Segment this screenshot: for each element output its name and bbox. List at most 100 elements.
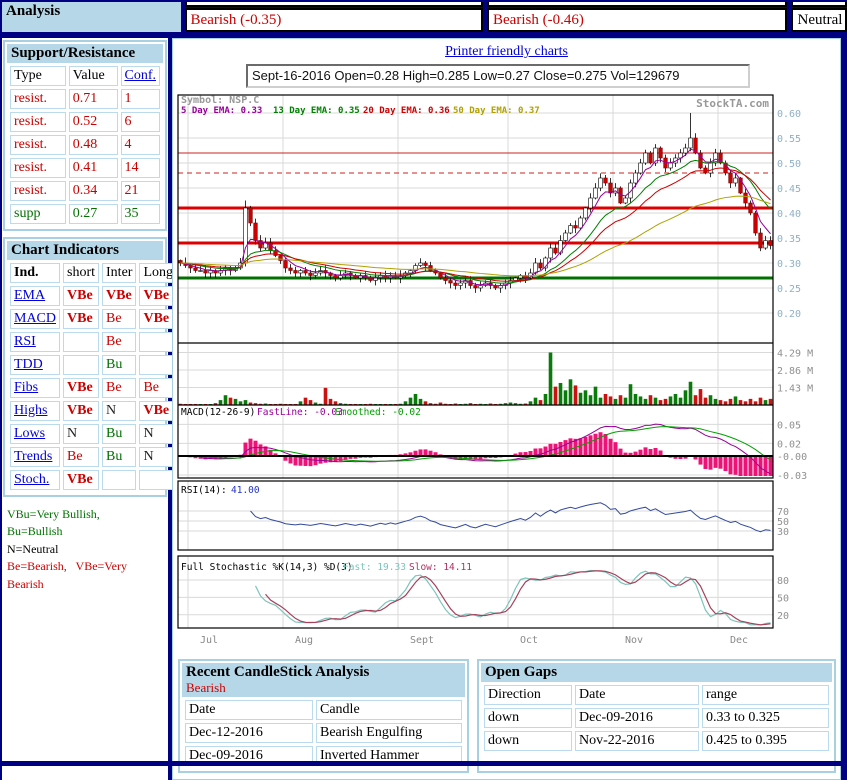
ci-inter: VBe (102, 286, 136, 306)
svg-text:13 Day EMA: 0.35: 13 Day EMA: 0.35 (273, 106, 360, 116)
table-header-row: Date Candle (185, 700, 462, 720)
cs-candle: Bearish Engulfing (316, 723, 462, 743)
indicator-link-trends[interactable]: Trends (14, 449, 52, 464)
indicator-link-highs[interactable]: Highs (14, 403, 47, 418)
ci-ind: Trends (10, 447, 60, 467)
sr-value: 0.71 (69, 89, 118, 109)
cs-date: Dec-12-2016 (185, 723, 313, 743)
table-header-row: Direction Date range (484, 685, 829, 705)
support-resistance-title: Support/Resistance (7, 44, 163, 63)
cutoff-box-top (487, 2, 787, 7)
col-direction: Direction (484, 685, 572, 705)
svg-text:Full Stochastic %K(14,3) %D(3): Full Stochastic %K(14,3) %D(3) (181, 562, 353, 573)
ci-short: N (63, 424, 99, 444)
col-date: Date (185, 700, 313, 720)
indicator-link-tdd[interactable]: TDD (14, 357, 43, 372)
ci-ind: Stoch. (10, 470, 60, 490)
indicator-link-rsi[interactable]: RSI (14, 334, 36, 349)
svg-text:Slow: 14.11: Slow: 14.11 (409, 562, 472, 573)
sr-row: resist.0.526 (10, 112, 160, 132)
printer-link-row: Printer friendly charts (173, 39, 840, 62)
ci-short: VBe (63, 309, 99, 329)
ci-ind: Highs (10, 401, 60, 421)
svg-text:0.20: 0.20 (777, 309, 801, 320)
printer-friendly-link[interactable]: Printer friendly charts (445, 44, 568, 59)
indicator-link-ema[interactable]: EMA (14, 288, 45, 303)
ci-inter: Be (102, 309, 136, 329)
col-conf: Conf. (121, 66, 161, 86)
ci-row: RSIBe (10, 332, 177, 352)
ci-ind: TDD (10, 355, 60, 375)
indicator-link-fibs[interactable]: Fibs (14, 380, 38, 395)
ci-short (63, 332, 99, 352)
top-analysis-bar: Analysis Bearish (-0.35) Bearish (-0.46)… (2, 2, 847, 32)
sr-conf: 4 (121, 135, 161, 155)
col-ind: Ind. (10, 263, 60, 283)
rating-legend: VBu=Very Bullish, Bu=Bullish N=Neutral B… (3, 503, 167, 596)
gap-range: 0.33 to 0.325 (702, 708, 829, 728)
svg-text:41.00: 41.00 (231, 485, 260, 496)
svg-text:1.43 M: 1.43 M (777, 384, 813, 395)
ci-ind: RSI (10, 332, 60, 352)
sr-row: resist.0.4114 (10, 158, 160, 178)
ci-short: VBe (63, 378, 99, 398)
svg-text:Fast: 19.33: Fast: 19.33 (343, 562, 406, 573)
chart-indicators-title: Chart Indicators (7, 241, 163, 260)
open-gaps-title: Open Gaps (481, 663, 832, 682)
ci-ind: Fibs (10, 378, 60, 398)
svg-text:0.50: 0.50 (777, 159, 801, 170)
sr-type: resist. (10, 89, 66, 109)
sr-value: 0.52 (69, 112, 118, 132)
indicator-link-stoch[interactable]: Stoch. (14, 472, 49, 487)
ci-row: MACDVBeBeVBe (10, 309, 177, 329)
ohlc-info-box: Sept-16-2016 Open=0.28 High=0.285 Low=0.… (246, 64, 750, 88)
candlestick-table: Date Candle Dec-12-2016Bearish Engulfing… (182, 697, 465, 769)
ci-ind: EMA (10, 286, 60, 306)
ci-inter (102, 470, 136, 490)
open-gaps-table: Direction Date range downDec-09-20160.33… (481, 682, 832, 754)
analysis-title: Analysis (2, 2, 181, 32)
ci-row: LowsNBuN (10, 424, 177, 444)
table-header-row: Ind. short Inter Long (10, 263, 177, 283)
svg-text:Smoothed: -0.02: Smoothed: -0.02 (335, 407, 421, 418)
ci-ind: MACD (10, 309, 60, 329)
svg-text:FastLine: -0.03: FastLine: -0.03 (257, 407, 343, 418)
svg-text:0.02: 0.02 (777, 439, 801, 450)
open-gap-row: downNov-22-20160.425 to 0.395 (484, 731, 829, 751)
sr-value: 0.27 (69, 204, 118, 224)
svg-text:-0.00: -0.00 (777, 452, 807, 463)
col-candle: Candle (316, 700, 462, 720)
candlestick-analysis-title-text: Recent CandleStick Analysis (186, 664, 461, 681)
sr-conf: 6 (121, 112, 161, 132)
ci-row: FibsVBeBeBe (10, 378, 177, 398)
ci-inter: Bu (102, 355, 136, 375)
indicator-link-macd[interactable]: MACD (14, 311, 56, 326)
indicator-link-lows[interactable]: Lows (14, 426, 45, 441)
svg-text:0.55: 0.55 (777, 134, 801, 145)
ci-row: EMAVBeVBeVBe (10, 286, 177, 306)
ci-row: TrendsBeBuN (10, 447, 177, 467)
sr-type: resist. (10, 158, 66, 178)
ci-short (63, 355, 99, 375)
sr-value: 0.41 (69, 158, 118, 178)
main-row: Support/Resistance Type Value Conf. resi… (2, 38, 847, 780)
ci-ind: Lows (10, 424, 60, 444)
svg-text:Dec: Dec (730, 635, 748, 646)
svg-text:Aug: Aug (295, 635, 313, 646)
svg-text:20: 20 (777, 611, 789, 622)
col-date: Date (575, 685, 699, 705)
sr-type: resist. (10, 112, 66, 132)
ci-short: VBe (63, 470, 99, 490)
chart-column: Printer friendly charts Sept-16-2016 Ope… (172, 38, 841, 780)
svg-text:Jul: Jul (200, 635, 218, 646)
conf-link[interactable]: Conf. (125, 68, 157, 83)
svg-text:StockTA.com: StockTA.com (696, 97, 769, 110)
svg-text:50 Day EMA: 0.37: 50 Day EMA: 0.37 (453, 106, 540, 116)
svg-text:Symbol: NSP.C: Symbol: NSP.C (181, 95, 259, 106)
sr-type: supp (10, 204, 66, 224)
col-value: Value (69, 66, 118, 86)
ci-short: VBe (63, 286, 99, 306)
stock-chart: Symbol: NSP.CStockTA.com5 Day EMA: 0.331… (173, 92, 840, 657)
page-bottom-border (0, 761, 847, 766)
candlestick-analysis-box: Recent CandleStick Analysis Bearish Date… (178, 659, 469, 773)
